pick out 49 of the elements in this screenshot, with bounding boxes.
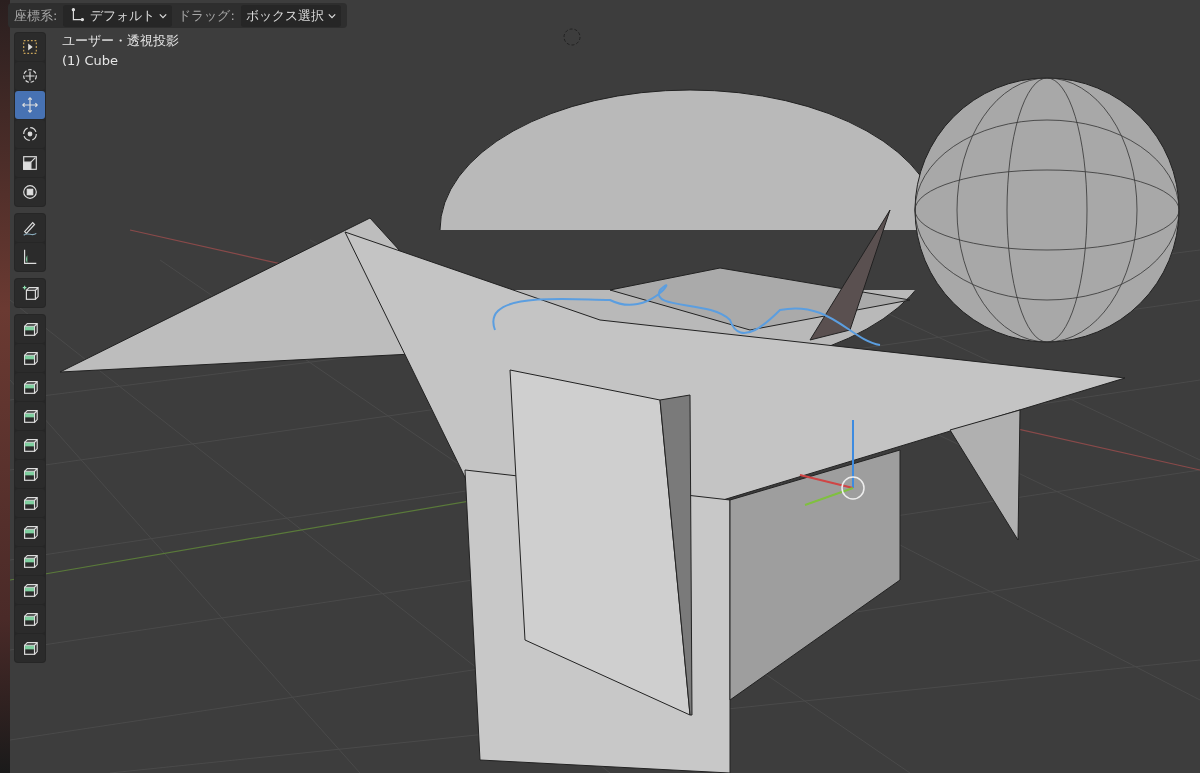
tool-button[interactable] <box>15 373 45 401</box>
tool-button[interactable] <box>15 178 45 206</box>
chevron-down-icon <box>327 11 336 20</box>
dropdown-button[interactable]: ボックス選択 <box>240 4 341 27</box>
ruler-icon <box>21 248 39 266</box>
tool-button[interactable] <box>15 460 45 488</box>
field-label: ドラッグ: <box>178 6 235 25</box>
tool-button[interactable] <box>15 431 45 459</box>
tool-button[interactable] <box>15 243 45 271</box>
tool-button[interactable] <box>15 214 45 242</box>
tool-button[interactable] <box>15 344 45 372</box>
dropdown-button[interactable]: デフォルト <box>63 4 173 27</box>
tool-button[interactable] <box>15 634 45 662</box>
cube-icon <box>21 494 39 512</box>
tool-button[interactable] <box>15 120 45 148</box>
cube-icon <box>21 465 39 483</box>
cursor-icon <box>21 67 39 85</box>
cube-icon <box>21 552 39 570</box>
tool-button[interactable] <box>15 315 45 343</box>
tool-button[interactable] <box>15 402 45 430</box>
tool-button[interactable] <box>15 149 45 177</box>
tool-button[interactable] <box>15 518 45 546</box>
cube-icon <box>21 581 39 599</box>
tool-button[interactable] <box>15 33 45 61</box>
tool-button[interactable] <box>15 279 45 307</box>
chevron-down-icon <box>159 11 168 20</box>
object-name: (1) Cube <box>62 53 120 68</box>
cube-icon <box>21 378 39 396</box>
rotate-icon <box>21 125 39 143</box>
tool-button[interactable] <box>15 489 45 517</box>
cube-icon <box>21 523 39 541</box>
cube-icon <box>21 610 39 628</box>
tool-button[interactable] <box>15 576 45 604</box>
move-arrows-icon <box>21 96 39 114</box>
field-label: 座標系: <box>14 6 58 25</box>
cube-icon <box>21 436 39 454</box>
add-cube-icon <box>21 284 39 302</box>
scale-icon <box>21 154 39 172</box>
pencil-icon <box>21 219 39 237</box>
cube-icon <box>21 349 39 367</box>
select-box-icon <box>21 38 39 56</box>
cube-icon <box>21 639 39 657</box>
tool-button[interactable] <box>15 547 45 575</box>
view-name: ユーザー・透視投影 <box>62 32 179 50</box>
cube-icon <box>21 407 39 425</box>
cube-icon <box>21 320 39 338</box>
transform-icon <box>21 183 39 201</box>
tool-button[interactable] <box>15 605 45 633</box>
tool-button[interactable] <box>15 62 45 90</box>
